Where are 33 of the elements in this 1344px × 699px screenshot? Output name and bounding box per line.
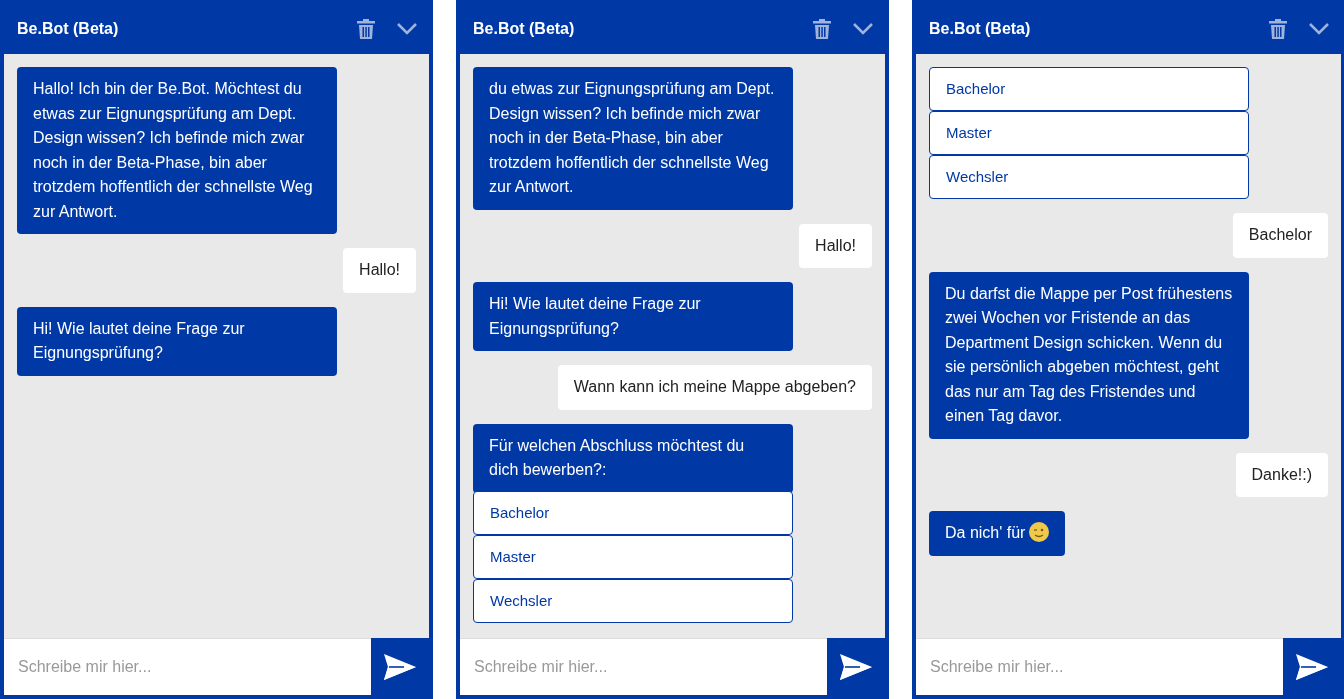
user-message: Hallo! bbox=[343, 248, 416, 293]
message-text: Da nich' für bbox=[945, 524, 1026, 541]
answer-option[interactable]: Master bbox=[929, 111, 1249, 155]
user-message: Wann kann ich meine Mappe abgeben? bbox=[557, 365, 872, 410]
message-input[interactable]: Schreibe mir hier... bbox=[4, 638, 371, 695]
trash-icon[interactable] bbox=[357, 19, 375, 39]
chevron-down-icon[interactable] bbox=[853, 23, 873, 35]
chevron-down-icon[interactable] bbox=[397, 23, 417, 35]
bot-message: Hi! Wie lautet deine Frage zur Eignungsprüfung? bbox=[473, 282, 793, 351]
send-icon bbox=[384, 653, 416, 680]
answer-option[interactable]: Bachelor bbox=[929, 67, 1249, 111]
user-message: Danke!:) bbox=[1235, 452, 1328, 497]
bot-message: Für welchen Abschluss möchtest du dich bewerben?: bbox=[473, 423, 793, 493]
trash-icon[interactable] bbox=[1269, 19, 1287, 39]
send-icon bbox=[1296, 653, 1328, 680]
send-icon bbox=[840, 653, 872, 680]
answer-option[interactable]: Master bbox=[473, 534, 793, 579]
chat-title: Be.Bot (Beta) bbox=[929, 19, 1032, 39]
user-message: Hallo! bbox=[799, 223, 872, 268]
chat-title: Be.Bot (Beta) bbox=[17, 19, 120, 39]
answer-option[interactable]: Bachelor bbox=[473, 490, 793, 535]
bot-message: Hallo! Ich bin der Be.Bot. Möchtest du etwas zur Eignungsprüfung am Dept. Design wissen? Ich befinde mich zwar noch in der Beta-Phase, bin aber trotzdem hoffentlich der schnellste Weg zur Antwort. bbox=[17, 67, 337, 234]
answer-option[interactable]: Wechsler bbox=[929, 155, 1249, 199]
message-input[interactable]: Schreibe mir hier... bbox=[460, 638, 827, 695]
bot-message: Du darfst die Mappe per Post frühestens zwei Wochen vor Fristende an das Department Design schicken. Wenn du sie persönlich abgeben möchtest, geht das nur am Tag des Fristendes und einen Tag davor. bbox=[929, 271, 1249, 439]
chat-title: Be.Bot (Beta) bbox=[473, 19, 576, 39]
user-message: Bachelor bbox=[1232, 213, 1328, 258]
bot-message: Hi! Wie lautet deine Frage zur Eignungsprüfung? bbox=[17, 306, 337, 376]
chevron-down-icon[interactable] bbox=[1309, 23, 1329, 35]
trash-icon[interactable] bbox=[813, 19, 831, 39]
message-input[interactable]: Schreibe mir hier... bbox=[916, 638, 1283, 695]
answer-option[interactable]: Wechsler bbox=[473, 578, 793, 623]
bot-message: du etwas zur Eignungsprüfung am Dept. Design wissen? Ich befinde mich zwar noch in der Beta-Phase, bin aber trotzdem hoffentlich der schnellste Weg zur Antwort. bbox=[473, 67, 793, 210]
